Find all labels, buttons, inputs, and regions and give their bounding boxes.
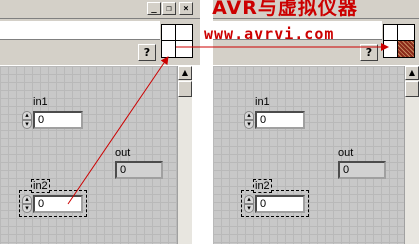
annotation-arrows <box>67 43 389 205</box>
wire-arrow-to-connector <box>67 56 169 205</box>
